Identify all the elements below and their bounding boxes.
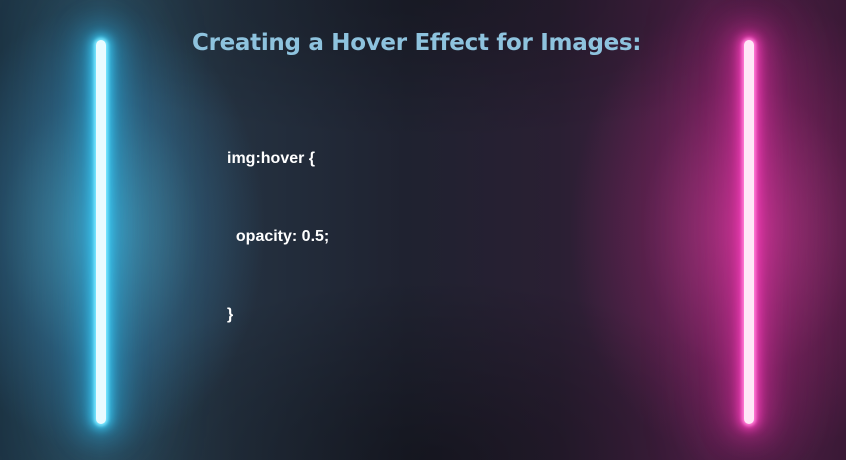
magenta-neon-tube [744,40,754,424]
wall-shading [0,0,846,460]
code-line: } [227,306,234,323]
code-line: img:hover { [227,150,316,167]
neon-slide-background: Creating a Hover Effect for Images: img:… [0,0,846,460]
slide-title: Creating a Hover Effect for Images: [192,30,642,56]
css-code-snippet: img:hover { opacity: 0.5; } [227,94,329,380]
code-line: opacity: 0.5; [227,228,330,245]
cyan-neon-tube [96,40,106,424]
